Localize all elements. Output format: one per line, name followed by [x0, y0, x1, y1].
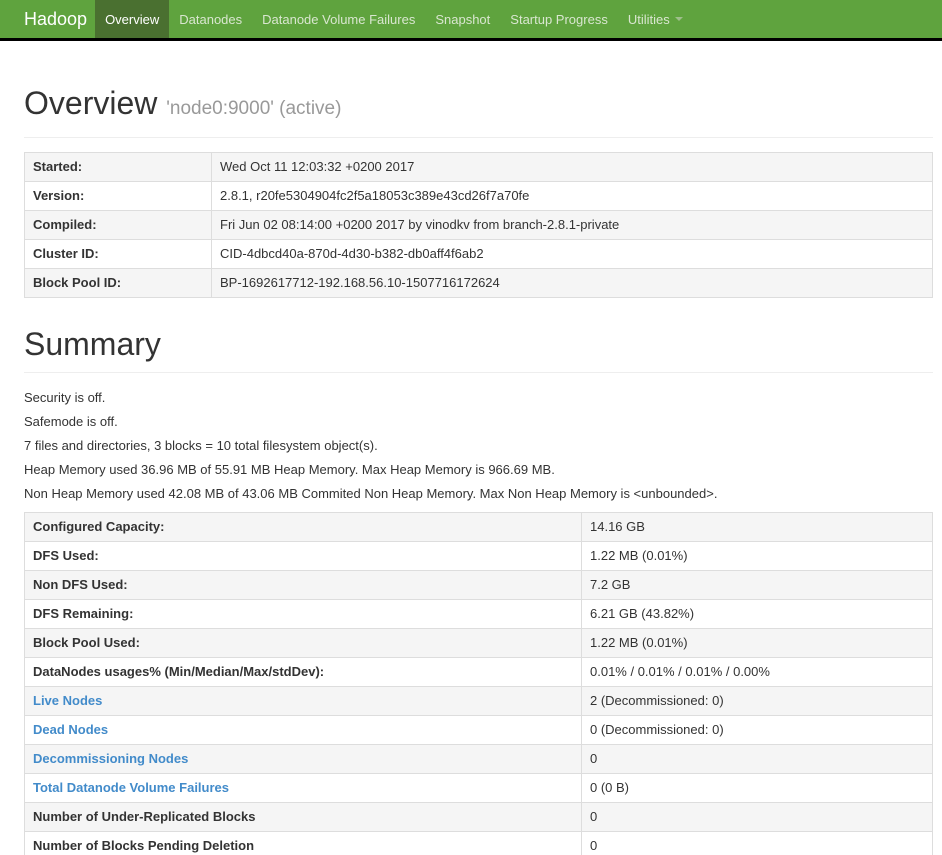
info-row-block-pool-id-value: BP-1692617712-192.168.56.10-150771617262…	[211, 268, 933, 298]
info-row-cluster-id-label: Cluster ID:	[24, 239, 212, 269]
datanodes-usages-value: 0.01% / 0.01% / 0.01% / 0.00%	[581, 657, 933, 687]
datanodes-usages-label: DataNodes usages% (Min/Median/Max/stdDev…	[24, 657, 582, 687]
live-nodes-value: 2 (Decommissioned: 0)	[581, 686, 933, 716]
info-row-compiled-value: Fri Jun 02 08:14:00 +0200 2017 by vinodk…	[211, 210, 933, 240]
configured-capacity-value: 14.16 GB	[581, 512, 933, 542]
dfs-remaining-value: 6.21 GB (43.82%)	[581, 599, 933, 629]
nav-item-utilities-label: Utilities	[627, 11, 670, 27]
info-row-cluster-id-value: CID-4dbcd40a-870d-4d30-b382-db0aff4f6ab2	[211, 239, 933, 269]
table-row: Dead Nodes 0 (Decommissioned: 0)	[24, 715, 933, 745]
summary-table: Configured Capacity: 14.16 GB DFS Used: …	[24, 512, 933, 855]
table-row: DFS Remaining: 6.21 GB (43.82%)	[24, 599, 933, 629]
dead-nodes-value: 0 (Decommissioned: 0)	[581, 715, 933, 745]
dfs-used-value: 1.22 MB (0.01%)	[581, 541, 933, 571]
info-row-started-label: Started:	[24, 152, 212, 182]
info-table: Started: Wed Oct 11 12:03:32 +0200 2017 …	[24, 152, 933, 298]
navbar: Hadoop Overview Datanodes Datanode Volum…	[0, 0, 942, 41]
table-row: Decommissioning Nodes 0	[24, 744, 933, 774]
table-row: Live Nodes 2 (Decommissioned: 0)	[24, 686, 933, 716]
chevron-down-icon	[674, 17, 683, 21]
table-row: Total Datanode Volume Failures 0 (0 B)	[24, 773, 933, 803]
live-nodes-link[interactable]: Live Nodes	[33, 693, 102, 708]
table-row: Number of Blocks Pending Deletion 0	[24, 831, 933, 855]
decommissioning-nodes-link[interactable]: Decommissioning Nodes	[33, 751, 188, 766]
nav-item-datanodes[interactable]: Datanodes	[169, 0, 252, 38]
info-row-version-value: 2.8.1, r20fe5304904fc2f5a18053c389e43cd2…	[211, 181, 933, 211]
table-row: DataNodes usages% (Min/Median/Max/stdDev…	[24, 657, 933, 687]
info-row-started-value: Wed Oct 11 12:03:32 +0200 2017	[211, 152, 933, 182]
nav-item-datanode-volume-failures[interactable]: Datanode Volume Failures	[252, 0, 425, 38]
page-title-text: Overview	[24, 85, 158, 121]
under-replicated-blocks-value: 0	[581, 802, 933, 832]
summary-text: Security is off. Safemode is off. 7 file…	[24, 390, 933, 502]
dead-nodes-link[interactable]: Dead Nodes	[33, 722, 108, 737]
nav-item-utilities[interactable]: Utilities	[618, 0, 693, 38]
nav-item-overview[interactable]: Overview	[95, 0, 170, 38]
configured-capacity-label: Configured Capacity:	[24, 512, 582, 542]
summary-header: Summary	[24, 326, 933, 373]
navbar-brand[interactable]: Hadoop	[0, 0, 95, 38]
nav-item-snapshot[interactable]: Snapshot	[425, 0, 500, 38]
info-row-compiled-label: Compiled:	[24, 210, 212, 240]
blocks-pending-deletion-value: 0	[581, 831, 933, 855]
table-row: Configured Capacity: 14.16 GB	[24, 512, 933, 542]
page-title: Overview 'node0:9000' (active)	[24, 85, 933, 127]
dfs-used-label: DFS Used:	[24, 541, 582, 571]
heap-memory-text: Heap Memory used 36.96 MB of 55.91 MB He…	[24, 462, 555, 477]
table-row: Version: 2.8.1, r20fe5304904fc2f5a18053c…	[24, 181, 933, 211]
total-datanode-volume-failures-link[interactable]: Total Datanode Volume Failures	[33, 780, 229, 795]
non-dfs-used-label: Non DFS Used:	[24, 570, 582, 600]
block-pool-used-label: Block Pool Used:	[24, 628, 582, 658]
non-dfs-used-value: 7.2 GB	[581, 570, 933, 600]
blocks-pending-deletion-label: Number of Blocks Pending Deletion	[24, 831, 582, 855]
table-row: Compiled: Fri Jun 02 08:14:00 +0200 2017…	[24, 210, 933, 240]
filesystem-objects-text: 7 files and directories, 3 blocks = 10 t…	[24, 438, 378, 453]
non-heap-memory-text: Non Heap Memory used 42.08 MB of 43.06 M…	[24, 486, 718, 501]
decommissioning-nodes-value: 0	[581, 744, 933, 774]
table-row: DFS Used: 1.22 MB (0.01%)	[24, 541, 933, 571]
table-row: Block Pool Used: 1.22 MB (0.01%)	[24, 628, 933, 658]
table-row: Started: Wed Oct 11 12:03:32 +0200 2017	[24, 152, 933, 182]
table-row: Number of Under-Replicated Blocks 0	[24, 802, 933, 832]
under-replicated-blocks-label: Number of Under-Replicated Blocks	[24, 802, 582, 832]
dfs-remaining-label: DFS Remaining:	[24, 599, 582, 629]
info-row-block-pool-id-label: Block Pool ID:	[24, 268, 212, 298]
summary-title: Summary	[24, 326, 161, 362]
overview-header: Overview 'node0:9000' (active)	[24, 85, 933, 138]
total-datanode-volume-failures-value: 0 (0 B)	[581, 773, 933, 803]
safemode-status-text: Safemode is off.	[24, 414, 118, 429]
table-row: Non DFS Used: 7.2 GB	[24, 570, 933, 600]
page-title-subtitle: 'node0:9000' (active)	[166, 98, 342, 119]
info-row-version-label: Version:	[24, 181, 212, 211]
table-row: Cluster ID: CID-4dbcd40a-870d-4d30-b382-…	[24, 239, 933, 269]
security-status-text: Security is off.	[24, 390, 106, 405]
table-row: Block Pool ID: BP-1692617712-192.168.56.…	[24, 268, 933, 298]
block-pool-used-value: 1.22 MB (0.01%)	[581, 628, 933, 658]
nav-item-startup-progress[interactable]: Startup Progress	[500, 0, 618, 38]
